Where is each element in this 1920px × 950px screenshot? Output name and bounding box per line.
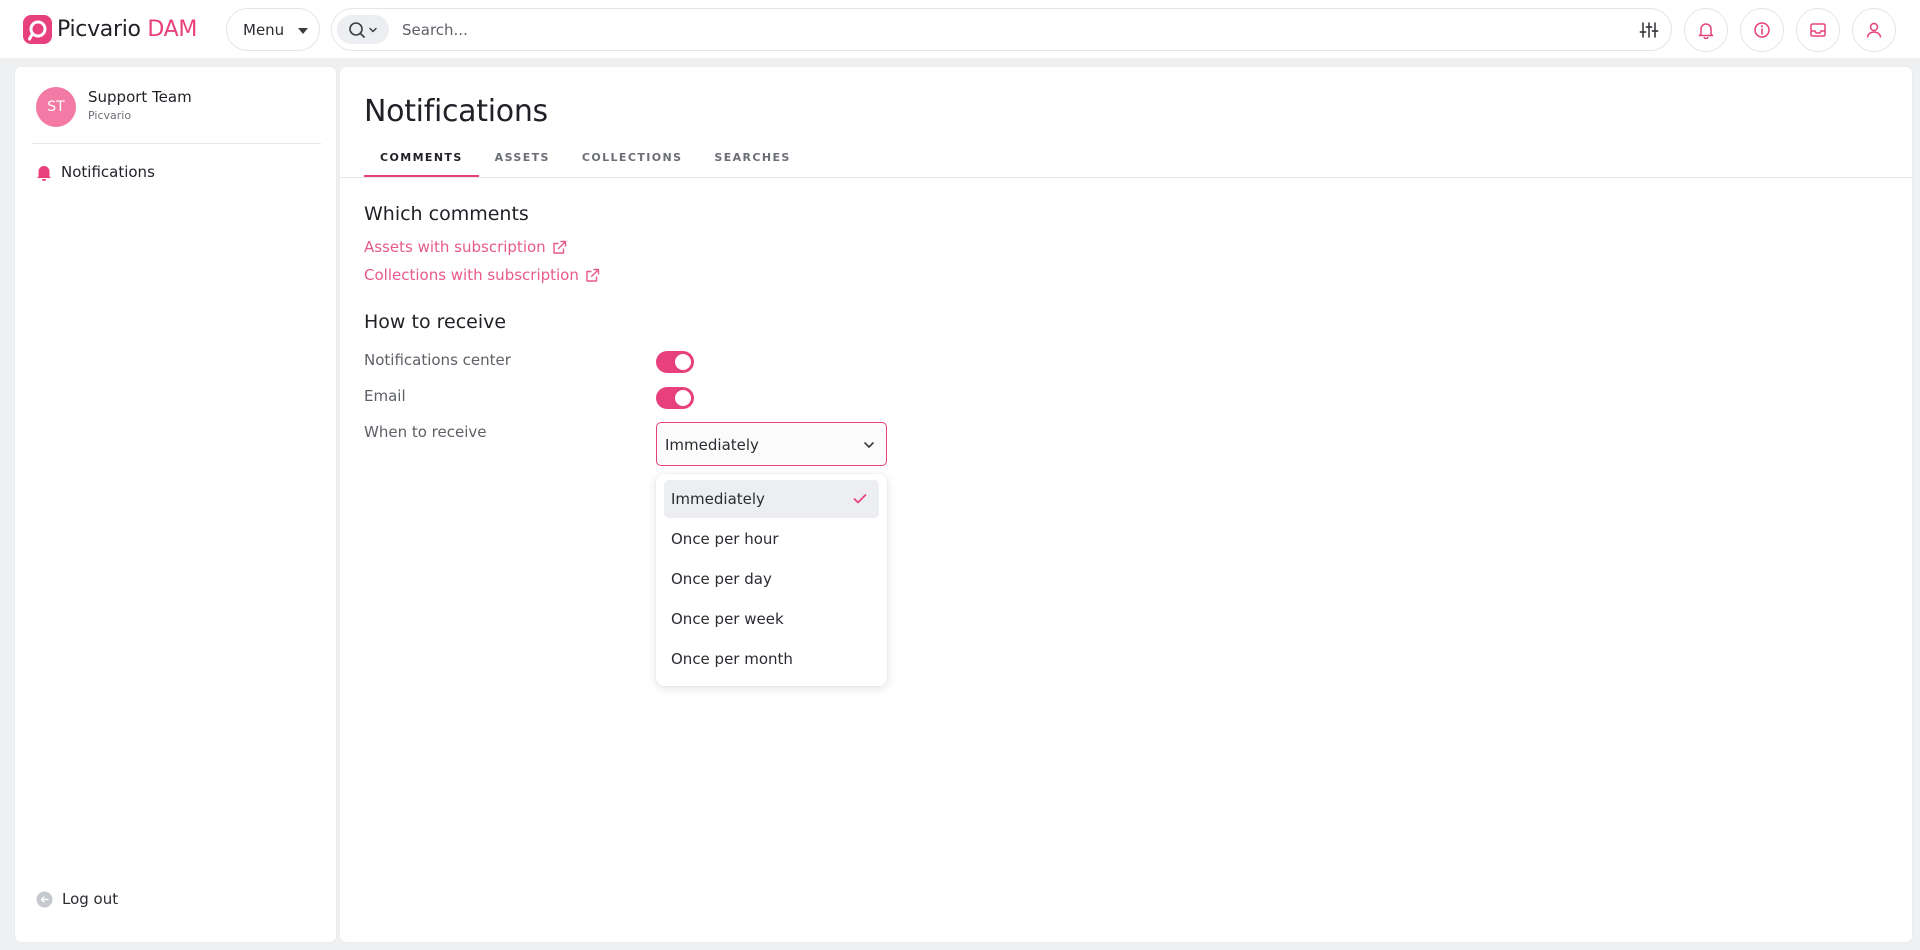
option-label: Once per month <box>671 650 793 668</box>
info-icon <box>1754 22 1770 38</box>
logout-icon <box>36 891 53 907</box>
assets-subscription-link[interactable]: Assets with subscription <box>364 238 567 256</box>
sidebar: ST Support Team Picvario Notifications L… <box>15 67 336 942</box>
app-name: Picvario DAM <box>57 16 198 42</box>
info-button[interactable] <box>1740 8 1784 52</box>
notifications-center-toggle[interactable] <box>656 351 694 373</box>
link-label: Collections with subscription <box>364 266 579 284</box>
bell-icon <box>1698 23 1714 39</box>
logout-label: Log out <box>62 890 119 908</box>
user-icon <box>1866 22 1882 38</box>
menu-label: Menu <box>243 20 285 39</box>
search-input[interactable] <box>402 15 1582 45</box>
app-logo[interactable]: Picvario DAM <box>23 14 198 44</box>
picvario-logo-icon <box>23 14 52 44</box>
toggle-knob <box>675 390 691 406</box>
main-panel: Notifications COMMENTS ASSETS COLLECTION… <box>340 67 1912 942</box>
checkmark-icon <box>853 494 867 504</box>
inbox-button[interactable] <box>1796 8 1840 52</box>
chevron-down-icon <box>369 27 377 32</box>
option-once-per-day[interactable]: Once per day <box>664 560 879 598</box>
option-once-per-month[interactable]: Once per month <box>664 640 879 678</box>
search-bar <box>331 8 1672 51</box>
link-label: Assets with subscription <box>364 238 546 256</box>
avatar-initials: ST <box>47 99 65 115</box>
bell-icon <box>37 165 51 181</box>
search-scope-button[interactable] <box>337 15 389 44</box>
collections-subscription-link[interactable]: Collections with subscription <box>364 266 600 284</box>
select-value: Immediately <box>665 436 759 454</box>
user-org: Picvario <box>88 109 132 122</box>
email-label: Email <box>364 387 406 405</box>
option-label: Once per hour <box>671 530 779 548</box>
caret-down-icon <box>298 28 308 34</box>
sidebar-item-label: Notifications <box>61 163 155 181</box>
notifications-button[interactable] <box>1684 8 1728 52</box>
sidebar-divider <box>32 143 321 144</box>
tabs-divider <box>340 177 1912 178</box>
user-name: Support Team <box>88 88 192 106</box>
option-label: Once per week <box>671 610 784 628</box>
option-immediately[interactable]: Immediately <box>664 480 879 518</box>
avatar[interactable]: ST <box>36 87 76 127</box>
when-to-receive-select[interactable]: Immediately <box>656 422 887 466</box>
tab-comments[interactable]: COMMENTS <box>364 151 479 177</box>
sidebar-item-notifications[interactable]: Notifications <box>36 163 155 181</box>
page-title: Notifications <box>364 94 548 129</box>
filter-sliders-icon[interactable] <box>1639 20 1659 40</box>
external-link-icon <box>586 268 600 282</box>
inbox-icon <box>1810 23 1826 37</box>
menu-button[interactable]: Menu <box>226 8 320 51</box>
option-once-per-week[interactable]: Once per week <box>664 600 879 638</box>
external-link-icon <box>552 240 566 254</box>
when-to-receive-label: When to receive <box>364 423 487 441</box>
email-toggle[interactable] <box>656 387 694 409</box>
toggle-knob <box>675 354 691 370</box>
logout-button[interactable]: Log out <box>36 890 118 908</box>
tab-searches[interactable]: SEARCHES <box>698 151 806 177</box>
chevron-down-icon <box>864 442 874 448</box>
how-to-receive-heading: How to receive <box>364 311 507 333</box>
option-label: Once per day <box>671 570 772 588</box>
top-bar: Picvario DAM Menu <box>0 0 1920 58</box>
profile-button[interactable] <box>1852 8 1896 52</box>
search-icon <box>349 21 365 38</box>
which-comments-heading: Which comments <box>364 203 529 225</box>
tab-bar: COMMENTS ASSETS COLLECTIONS SEARCHES <box>364 151 807 177</box>
tab-assets[interactable]: ASSETS <box>479 151 566 177</box>
notifications-center-label: Notifications center <box>364 351 511 369</box>
option-once-per-hour[interactable]: Once per hour <box>664 520 879 558</box>
tab-collections[interactable]: COLLECTIONS <box>566 151 699 177</box>
when-to-receive-dropdown: Immediately Once per hour Once per day O… <box>656 474 887 686</box>
option-label: Immediately <box>671 490 765 508</box>
